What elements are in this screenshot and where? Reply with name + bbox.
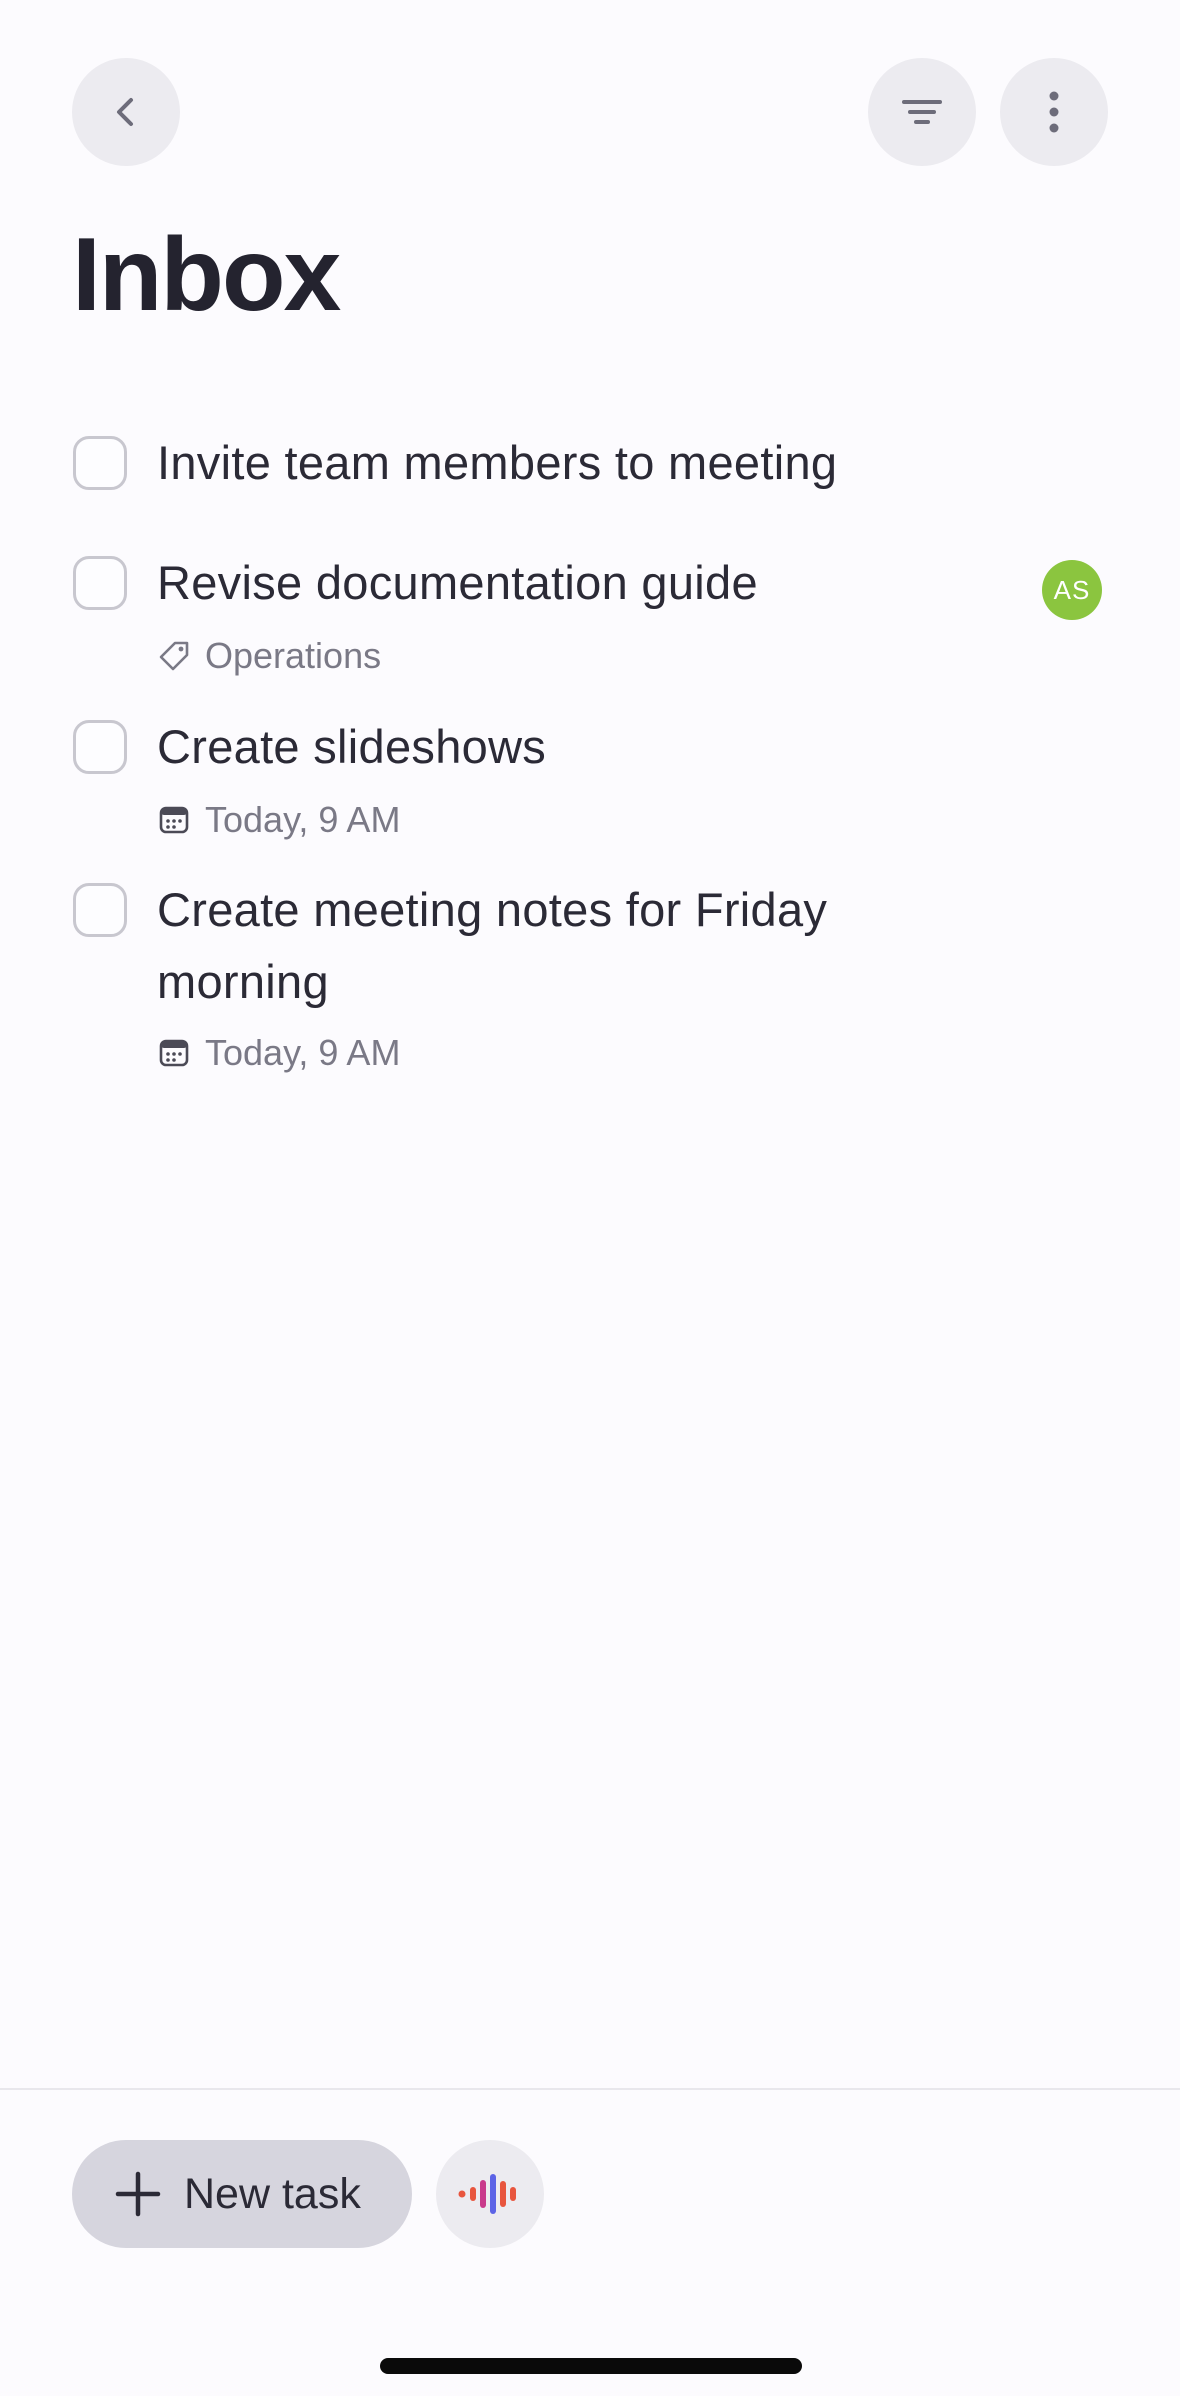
voice-assistant-button[interactable] (436, 2140, 544, 2248)
task-title: Revise documentation guide (157, 556, 758, 609)
task-due-date[interactable]: Today, 9 AM (157, 798, 400, 842)
task-checkbox[interactable] (73, 720, 127, 774)
task-title: Invite team members to meeting (157, 436, 838, 489)
voice-assistant-icon (458, 2174, 516, 2214)
home-indicator[interactable] (380, 2358, 802, 2374)
vertical-ellipsis-icon (1049, 91, 1059, 133)
task-checkbox[interactable] (73, 436, 127, 490)
task-due-date[interactable]: Today, 9 AM (157, 1031, 400, 1075)
plus-icon (115, 2171, 161, 2217)
page-title: Inbox (72, 217, 341, 333)
calendar-icon (157, 1036, 191, 1070)
more-options-button[interactable] (1000, 58, 1108, 166)
chevron-left-icon (117, 98, 133, 126)
task-title: Create slideshows (157, 720, 547, 773)
back-button[interactable] (72, 58, 180, 166)
assignee-avatar[interactable]: AS (1042, 560, 1102, 620)
task-label-text: Operations (205, 635, 382, 676)
calendar-icon (157, 803, 191, 837)
filter-button[interactable] (868, 58, 976, 166)
new-task-button[interactable]: New task (72, 2140, 412, 2248)
task-label[interactable]: Operations (157, 634, 381, 678)
new-task-label: New task (184, 2169, 361, 2218)
bottom-divider (0, 2088, 1180, 2090)
task-due-text: Today, 9 AM (205, 1032, 401, 1073)
tag-icon (157, 639, 191, 673)
task-title: Create meeting notes for Friday morning (157, 883, 828, 1008)
filter-lines-icon (902, 100, 942, 124)
task-checkbox[interactable] (73, 556, 127, 610)
task-due-text: Today, 9 AM (205, 799, 401, 840)
task-checkbox[interactable] (73, 883, 127, 937)
